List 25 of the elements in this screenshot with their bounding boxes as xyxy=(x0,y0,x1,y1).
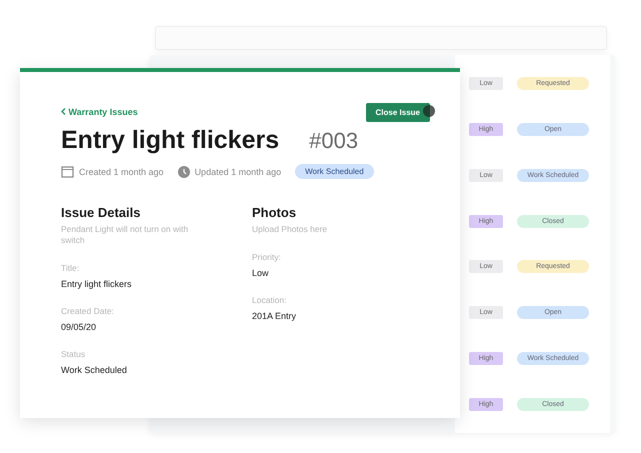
section-heading: Issue Details xyxy=(61,205,142,220)
field-label: Priority: xyxy=(252,252,282,262)
upload-placeholder[interactable]: Upload Photos here xyxy=(252,224,384,236)
issue-description: Pendant Light will not turn on with switch xyxy=(61,224,190,246)
back-link[interactable]: Warranty Issues xyxy=(61,107,138,117)
section-heading: Photos xyxy=(252,205,298,220)
cursor-icon xyxy=(423,105,435,117)
field-value: 09/05/20 xyxy=(61,322,98,332)
field-value: Low xyxy=(252,268,270,278)
issue-number: #003 xyxy=(309,128,358,154)
close-issue-button[interactable]: Close Issue xyxy=(366,103,430,122)
created-text: Created 1 month ago xyxy=(79,166,164,176)
field-label: Title: xyxy=(61,263,80,274)
clock-icon xyxy=(178,166,190,178)
status-badge: Work Scheduled xyxy=(295,164,374,179)
calendar-icon xyxy=(61,165,74,178)
field-label: Status xyxy=(61,349,86,360)
field-value: 201A Entry xyxy=(252,311,298,322)
field-value: Work Scheduled xyxy=(61,365,128,376)
field-label: Location: xyxy=(252,295,288,306)
chevron-left-icon xyxy=(61,108,66,115)
issue-title: Entry light flickers xyxy=(61,126,280,155)
updated-text: Updated 1 month ago xyxy=(194,166,282,176)
field-label: Created Date: xyxy=(61,306,115,316)
field-value: Entry light flickers xyxy=(61,279,133,290)
